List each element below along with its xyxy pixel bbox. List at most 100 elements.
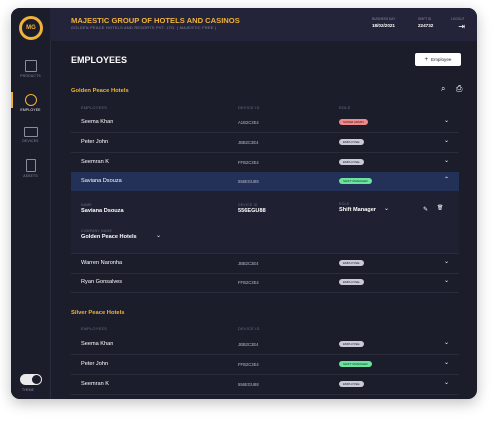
chevron-down-icon[interactable]: ⌄ [444,258,449,265]
device-id: A1B2C3E4 [238,120,259,125]
role-badge: EMPLOYEE [339,381,364,387]
role-badge: EMPLOYEE [339,260,364,266]
device-id: FFB2C3E4 [238,160,259,165]
employee-name: Seema Khan [81,341,114,347]
add-employee-label: Employee [431,57,452,62]
logo-mark: MG [21,18,41,38]
users-icon [24,94,37,106]
device-id: FFB2C3E4 [238,280,259,285]
add-employee-button[interactable]: + Employee [415,53,461,66]
table-row[interactable]: Peter John FFB2C3E4 SHIFT MANAGER ⌄ [71,355,459,375]
chevron-down-icon[interactable]: ⌄ [384,205,389,212]
device-id: FFB2C3E4 [238,362,259,367]
main-content: EMPLOYEES + Employee Golden Peace Hotels… [50,41,477,399]
delete-icon[interactable]: 🗑 [437,205,443,211]
employee-name: Seemran K [81,381,109,387]
column-header-employees: EMPLOYEES [81,106,108,110]
sidebar-item-products[interactable]: PRODUCTS [11,60,50,78]
column-header-device-id: DEVICE ID [238,327,260,331]
sidebar-item-label: DEVICES [22,139,39,143]
column-header-device-id: DEVICE ID [238,106,260,110]
role-badge: EMPLOYEE [339,341,364,347]
column-header-role: ROLE [339,106,351,110]
company-subtitle: GOLDEN PEACE HOTELS AND RESORTS PVT. LTD… [71,26,217,30]
sidebar-item-label: ASSETS [23,174,38,178]
company-name-label: COMPANY NAME [81,229,113,233]
theme-toggle[interactable] [20,374,42,385]
print-icon[interactable]: ⎙ [456,84,462,94]
device-id: 556EGU88 [238,382,259,387]
device-id: 556EGU88 [238,179,259,184]
employee-name: Seema Khan [81,119,114,125]
company-select[interactable]: Golden Peace Hotels [81,234,137,240]
role-badge: EMPLOYEE [339,159,364,165]
employee-name: Warren Naronha [81,260,123,266]
toggle-knob [32,375,41,384]
shift-id-label: SHIFT ID [418,17,432,21]
role-select[interactable]: Shift Manager [339,207,376,213]
logout-icon[interactable]: ⇥ [458,22,465,31]
sidebar: MG PRODUCTS EMPLOYEE DEVICES ASSETS THEM… [11,8,51,399]
chevron-down-icon[interactable]: ⌄ [444,379,449,386]
group-title: Silver Peace Hotels [71,310,125,316]
employee-name: Seemran K [81,159,109,165]
sidebar-item-label: EMPLOYEE [20,108,41,112]
role-badge: SUPER ADMIN [339,119,368,125]
role-badge: EMPLOYEE [339,279,364,285]
name-label: NAME [81,203,92,207]
top-header: MAJESTIC GROUP OF HOTELS AND CASINOS GOL… [50,8,477,41]
table-row[interactable]: Seemran K FFB2C3E4 EMPLOYEE ⌄ [71,153,459,173]
chevron-down-icon[interactable]: ⌄ [444,137,449,144]
sidebar-item-assets[interactable]: ASSETS [11,159,50,178]
company-logo[interactable]: MG [19,16,43,40]
employee-name: Ryan Gonsalves [81,279,123,285]
table-row-selected[interactable]: Saviana Dsouza 556EGU88 SHIFT MANAGER ⌃ [71,172,459,191]
table-row[interactable]: Seema Khan JBB2C3E4 EMPLOYEE ⌄ [71,335,459,355]
table-row[interactable]: Ryan Gonsalves FFB2C3E4 EMPLOYEE ⌄ [71,273,459,293]
table-row[interactable]: Warren Naronha JBB2C3E4 EMPLOYEE ⌄ [71,254,459,274]
chevron-up-icon[interactable]: ⌃ [444,176,449,183]
company-name: MAJESTIC GROUP OF HOTELS AND CASINOS [71,16,240,25]
clipboard-icon [25,159,36,172]
employee-detail-panel: NAME Saviana Dsouza DEVICE ID 556EGU88 R… [71,191,459,254]
business-day-value: 18/02/2021 [372,23,395,28]
shift-id-value: 224732 [418,23,434,28]
role-badge: EMPLOYEE [339,139,364,145]
chevron-down-icon[interactable]: ⌄ [444,359,449,366]
device-id: JBB2C3E4 [238,261,259,266]
name-value: Saviana Dsouza [81,208,124,214]
employee-name: Peter John [81,139,109,145]
business-day-label: BUSINESS DAY [372,17,396,21]
device-id-label: DEVICE ID [238,203,258,207]
page-title: EMPLOYEES [71,55,128,65]
table-row[interactable]: Peter John JBB2C3E4 EMPLOYEE ⌄ [71,133,459,153]
column-header-employees: EMPLOYEES [81,327,108,331]
theme-label: THEME [22,388,34,392]
role-badge: SHIFT MANAGER [339,178,372,184]
device-id-value: 556EGU88 [238,208,266,214]
chevron-down-icon[interactable]: ⌄ [444,277,449,284]
plus-icon: + [424,56,429,63]
table-row[interactable]: Seema Khan A1B2C3E4 SUPER ADMIN ⌄ [71,113,459,133]
sidebar-item-employee[interactable]: EMPLOYEE [11,94,50,112]
sidebar-item-devices[interactable]: DEVICES [11,127,50,143]
role-label: ROLE [339,202,350,206]
chevron-down-icon[interactable]: ⌄ [156,232,161,239]
chevron-down-icon[interactable]: ⌄ [444,157,449,164]
employee-name: Saviana Dsouza [81,178,122,184]
edit-icon[interactable]: ✎ [423,206,428,213]
monitor-icon [23,127,38,137]
device-id: JBB2C3E4 [238,342,259,347]
chevron-down-icon[interactable]: ⌄ [444,117,449,124]
chevron-down-icon[interactable]: ⌄ [444,339,449,346]
search-icon[interactable]: ⌕ [441,84,445,94]
grid-icon [24,60,37,72]
device-id: JBB2C3E4 [238,140,259,145]
role-badge: SHIFT MANAGER [339,361,372,367]
group-title: Golden Peace Hotels [71,88,129,94]
table-row[interactable]: Seemran K 556EGU88 EMPLOYEE ⌄ [71,375,459,395]
sidebar-item-label: PRODUCTS [20,74,41,78]
employee-name: Peter John [81,361,109,367]
app-window: MG PRODUCTS EMPLOYEE DEVICES ASSETS THEM… [11,8,477,399]
logout-label: LOGOUT [451,17,465,21]
